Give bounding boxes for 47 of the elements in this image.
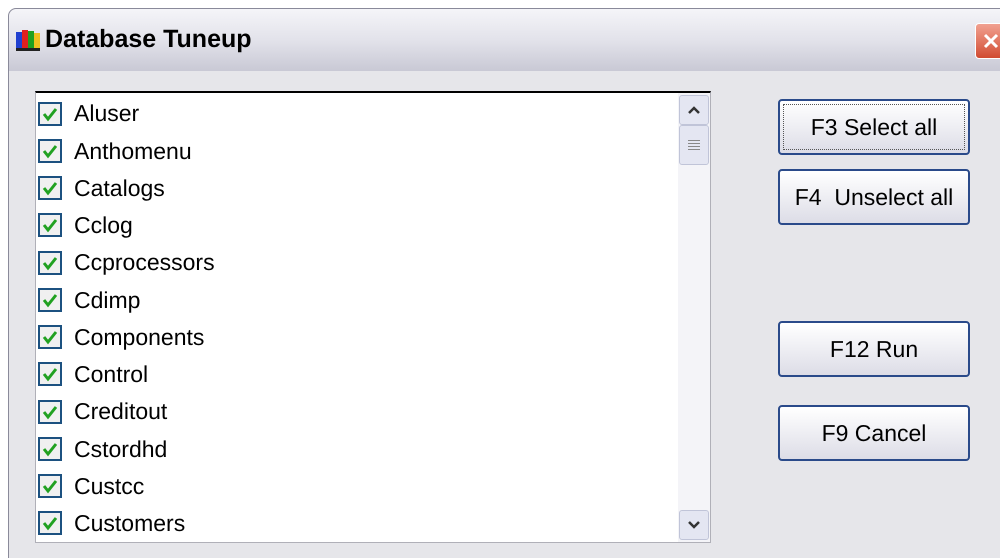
check-icon [42,142,58,159]
check-icon [42,329,58,346]
action-button[interactable]: F4 Unselect all [778,169,970,225]
check-icon [42,180,58,196]
check-icon [42,217,58,234]
check-icon [42,440,58,457]
table-name: Customers [74,509,186,538]
table-name: Catalogs [74,174,165,203]
scroll-thumb[interactable] [679,125,709,165]
scroll-down-button[interactable] [679,510,709,540]
table-name: Cdimp [74,286,140,315]
checkbox[interactable] [38,400,62,424]
checkbox[interactable] [38,362,62,386]
scroll-up-button[interactable] [679,95,709,125]
close-icon [982,32,1000,50]
table-name: Cstordhd [74,434,168,464]
check-icon [42,515,58,532]
table-name: Ccprocessors [74,248,215,278]
checkbox[interactable] [38,102,62,126]
checkbox[interactable] [38,436,62,461]
action-button[interactable]: F3 Select all [778,99,970,155]
action-button[interactable]: F12 Run [778,321,970,377]
checkbox[interactable] [38,250,62,275]
checkbox[interactable] [38,138,62,163]
table-name: Custcc [74,472,144,501]
table-name: Aluser [74,99,140,128]
window-title: Database Tuneup [45,24,252,56]
checkbox[interactable] [38,213,62,238]
checkbox[interactable] [38,288,62,312]
check-icon [42,106,58,122]
table-name: Components [74,322,204,352]
checkbox[interactable] [38,474,62,498]
checkbox[interactable] [38,325,62,350]
action-button[interactable]: F9 Cancel [778,405,970,461]
check-icon [42,478,58,494]
table-name: Creditout [74,397,168,426]
check-icon [42,254,58,271]
scrollbar[interactable] [678,93,710,542]
app-icon [15,28,41,52]
table-name: Control [74,360,148,390]
check-icon [42,366,58,382]
table-name: Cclog [74,211,133,240]
checkbox[interactable] [38,176,62,200]
table-name: Anthomenu [74,136,192,166]
check-icon [42,404,58,420]
check-icon [42,292,58,308]
checkbox[interactable] [38,511,62,536]
